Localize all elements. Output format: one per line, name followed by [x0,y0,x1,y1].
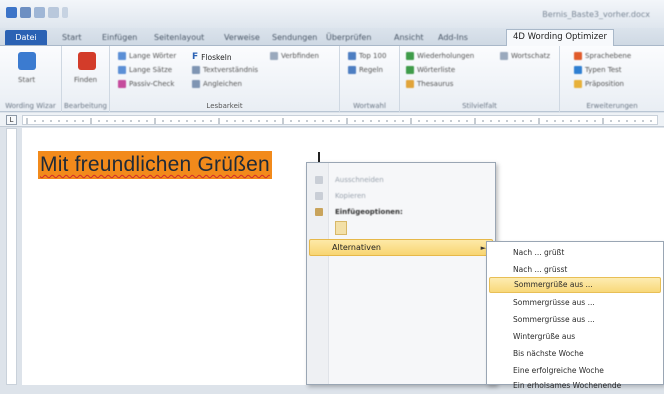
window-title: Bernis_Baste3_vorher.docx [542,10,650,19]
wortschatz-button[interactable]: Wortschatz [500,52,550,60]
wizard-start-icon[interactable] [18,52,36,70]
submenu-item[interactable]: Ein erholsames Wochenende [489,378,661,394]
submenu-item[interactable]: Eine erfolgreiche Woche [489,363,661,379]
quick-access-toolbar [6,7,68,18]
vertical-ruler[interactable] [6,128,17,385]
wiederholungen-icon [406,52,414,60]
top100-icon [348,52,356,60]
alternatives-submenu: Nach ... grüßt Nach ... grüsst Sommergrü… [486,241,664,390]
menu-item-alternativen[interactable]: Alternativen ► [309,239,493,256]
submenu-item[interactable]: Sommergrüsse aus ... [489,312,661,328]
group-wizard: Start Wording Wizar [0,46,62,112]
tab-sendungen[interactable]: Sendungen [268,30,321,45]
typen-button[interactable]: Typen Test [574,66,622,74]
menu-item-paste-options: Einfügeoptionen: [307,205,495,219]
group-label: Lesbarkeit [206,102,243,110]
woerterliste-icon [406,66,414,74]
submenu-item[interactable]: Sommergrüsse aus ... [489,295,661,311]
regeln-button[interactable]: Regeln [348,66,383,74]
redo-icon[interactable] [48,7,59,18]
ribbon-tabs: Datei Start Einfügen Seitenlayout Verwei… [0,28,664,46]
lange-woerter-icon [118,52,126,60]
sprachebene-icon [574,52,582,60]
group-label: Bearbeitung [63,102,108,110]
undo-icon[interactable] [34,7,45,18]
group-label: Stilvielfalt [462,102,497,110]
group-wortwahl: Top 100 Regeln Wortwahl [340,46,400,112]
ribbon: Start Wording Wizar Finden Bearbeitung L… [0,46,664,112]
horizontal-ruler: L [0,113,664,127]
thesaurus-icon [406,80,414,88]
lange-saetze-button[interactable]: Lange Sätze [118,66,172,74]
menu-item-cut[interactable]: Ausschneiden [307,173,495,187]
submenu-item[interactable]: Nach ... grüßt [489,245,661,261]
ruler-ticks [26,118,652,124]
wortschatz-icon [500,52,508,60]
cut-icon [315,176,323,184]
top100-button[interactable]: Top 100 [348,52,386,60]
tab-addins[interactable]: Add-Ins [434,30,472,45]
sprachebene-button[interactable]: Sprachebene [574,52,631,60]
context-menu: Ausschneiden Kopieren Einfügeoptionen: A… [306,162,496,385]
floskeln-icon: F [192,52,199,62]
group-label: Wortwahl [353,102,386,110]
tab-ueberpruefen[interactable]: Überprüfen [322,30,375,45]
lange-saetze-icon [118,66,126,74]
finden-icon[interactable] [78,52,96,70]
praeposition-button[interactable]: Präposition [574,80,624,88]
passiv-icon [118,80,126,88]
textverstaendnis-button[interactable]: Textverständnis [192,66,258,74]
group-lesbarkeit: Lange Wörter Lange Sätze Passiv-Check FF… [110,46,340,112]
group-label: Wording Wizar [5,102,56,110]
tab-start[interactable]: Start [58,30,86,45]
tab-einfuegen[interactable]: Einfügen [98,30,141,45]
start-button[interactable]: Start [18,76,35,84]
copy-icon [315,192,323,200]
tab-wording-optimizer[interactable]: 4D Wording Optimizer [506,29,614,46]
angleichen-button[interactable]: Angleichen [192,80,242,88]
regeln-icon [348,66,356,74]
title-bar: Bernis_Baste3_vorher.docx [0,0,664,28]
submenu-item-highlighted[interactable]: Sommergrüße aus ... [489,277,661,293]
paste-keep-text-icon[interactable] [335,221,347,235]
word-app-icon[interactable] [6,7,17,18]
lange-woerter-button[interactable]: Lange Wörter [118,52,176,60]
thesaurus-button[interactable]: Thesaurus [406,80,453,88]
tab-ansicht[interactable]: Ansicht [390,30,428,45]
submenu-item[interactable]: Bis nächste Woche [489,346,661,362]
submenu-item[interactable]: Wintergrüße aus [489,329,661,345]
group-bearbeitung: Finden Bearbeitung [62,46,110,112]
finden-button[interactable]: Finden [74,76,97,84]
angleichen-icon [192,80,200,88]
typen-icon [574,66,582,74]
submenu-item[interactable]: Nach ... grüsst [489,262,661,278]
menu-item-copy[interactable]: Kopieren [307,189,495,203]
verbfinden-button[interactable]: Verbfinden [270,52,319,60]
praeposition-icon [574,80,582,88]
save-icon[interactable] [20,7,31,18]
verbfinden-icon [270,52,278,60]
textverstaendnis-icon [192,66,200,74]
group-label: Erweiterungen [586,102,638,110]
passiv-check-button[interactable]: Passiv-Check [118,80,174,88]
tab-datei[interactable]: Datei [5,30,47,45]
group-stilvielfalt: Wiederholungen Wortschatz Wörterliste Th… [400,46,560,112]
paste-icon [315,208,323,216]
tab-selector[interactable]: L [6,115,17,125]
floskeln-button[interactable]: F Floskeln [192,52,232,62]
woerterliste-button[interactable]: Wörterliste [406,66,455,74]
wiederholungen-button[interactable]: Wiederholungen [406,52,474,60]
tab-verweise[interactable]: Verweise [220,30,264,45]
customize-qat-icon[interactable] [62,7,68,18]
selected-text[interactable]: Mit freundlichen Grüßen [38,151,272,179]
group-erweiterungen: Sprachebene Typen Test Präposition Erwei… [560,46,664,112]
tab-seitenlayout[interactable]: Seitenlayout [150,30,208,45]
ruler-track[interactable] [22,115,658,125]
